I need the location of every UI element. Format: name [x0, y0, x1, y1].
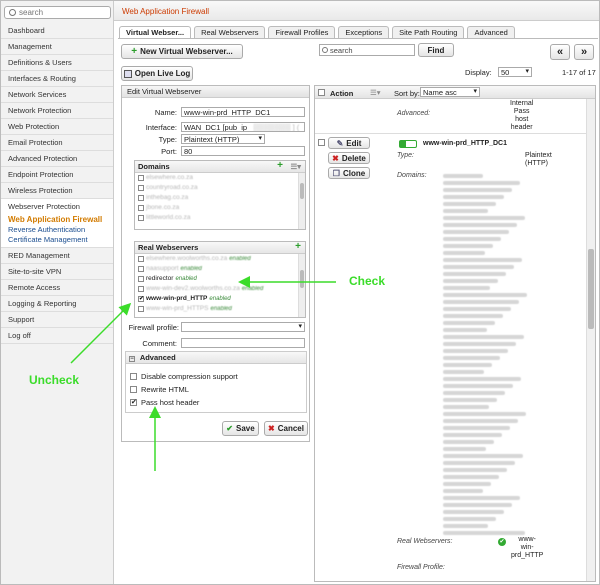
uncheck-annotation: Uncheck — [29, 373, 80, 387]
check-annotation: Check — [349, 274, 386, 288]
annotation-arrows — [70, 276, 336, 471]
waf-page: DashboardManagementDefinitions & UsersIn… — [0, 0, 600, 585]
uncheck-arrow — [70, 302, 132, 364]
